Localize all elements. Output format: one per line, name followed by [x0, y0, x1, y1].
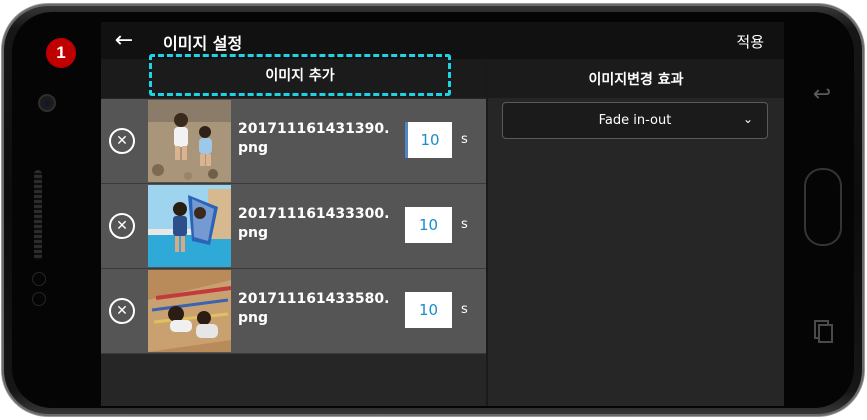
duration-input[interactable]: 10	[405, 207, 452, 243]
image-list-item: ✕ 201711161431390.png 10 s	[101, 99, 486, 184]
hardware-back-icon[interactable]: ↩	[808, 80, 836, 108]
duration-unit: s	[461, 132, 468, 147]
image-list-item: ✕ 201711161433580.png 10 s	[101, 269, 486, 354]
effect-panel-header: 이미지변경 효과	[488, 59, 784, 98]
step-badge: 1	[46, 38, 76, 68]
close-circle-icon[interactable]: ✕	[109, 213, 135, 239]
front-camera	[38, 94, 56, 112]
chevron-down-icon: ⌄	[742, 112, 753, 126]
hardware-recent-icon[interactable]	[814, 320, 833, 343]
effect-panel: 이미지변경 효과 Fade in-out ⌄	[488, 59, 784, 406]
duration-unit: s	[461, 302, 468, 317]
arrow-left-icon[interactable]: ←	[111, 26, 137, 54]
image-file-name: 201711161431390.png	[238, 121, 390, 156]
transition-effect-select[interactable]: Fade in-out ⌄	[502, 102, 768, 139]
image-file-name: 201711161433300.png	[238, 206, 390, 241]
add-image-button[interactable]: 이미지 추가	[149, 54, 451, 96]
app-screen: ← 이미지 설정 적용 이미지 추가 ✕ 201711161431390.png…	[101, 22, 784, 406]
hardware-home-button[interactable]	[804, 168, 842, 246]
image-thumbnail	[148, 100, 231, 182]
duration-input[interactable]: 10	[405, 122, 452, 158]
close-circle-icon[interactable]: ✕	[109, 128, 135, 154]
sensor-dot	[32, 272, 46, 286]
image-list-header: 이미지 추가	[101, 54, 486, 98]
duration-unit: s	[461, 217, 468, 232]
page-title: 이미지 설정	[163, 34, 243, 53]
effect-selected-value: Fade in-out	[598, 113, 672, 128]
image-thumbnail	[148, 185, 231, 267]
image-list-item: ✕ 201711161433300.png 10 s	[101, 184, 486, 269]
image-thumbnail	[148, 270, 231, 352]
speaker-grille	[34, 170, 42, 260]
apply-button[interactable]: 적용	[736, 31, 764, 52]
sensor-dot	[32, 292, 46, 306]
image-file-name: 201711161433580.png	[238, 291, 390, 326]
duration-input[interactable]: 10	[405, 292, 452, 328]
image-list-panel: 이미지 추가 ✕ 201711161431390.png 10 s ✕ 2017…	[101, 54, 486, 406]
close-circle-icon[interactable]: ✕	[109, 298, 135, 324]
